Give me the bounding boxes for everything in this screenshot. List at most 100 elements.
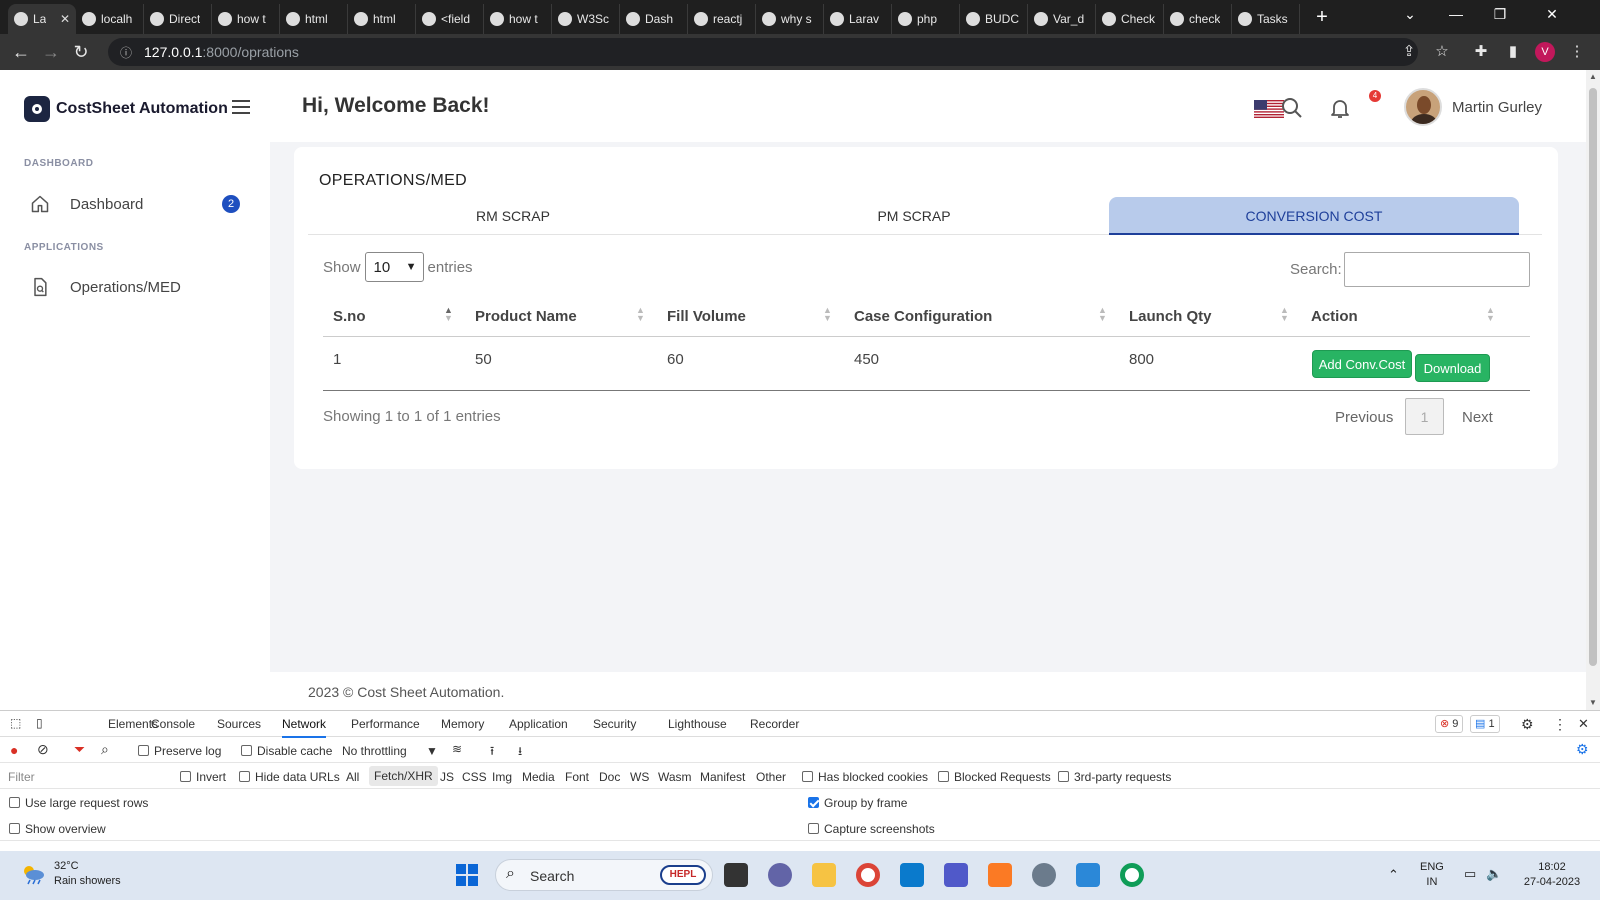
import-har-icon[interactable]: ⭱	[490, 742, 494, 763]
column-header-product-name[interactable]: Product Name	[475, 308, 577, 325]
filter-type-js[interactable]: JS	[440, 770, 454, 784]
third-party-requests-checkbox[interactable]: 3rd-party requests	[1058, 770, 1171, 784]
hamburger-menu-icon[interactable]	[232, 100, 250, 118]
network-icon[interactable]: ▭	[1464, 866, 1476, 881]
filter-type-css[interactable]: CSS	[462, 770, 487, 784]
browser-tab[interactable]: Var_d	[1028, 4, 1096, 34]
devtools-tab-memory[interactable]: Memory	[441, 717, 484, 731]
browser-tab[interactable]: html	[348, 4, 416, 34]
tab-conversion-cost[interactable]: CONVERSION COST	[1109, 197, 1519, 235]
extensions-puzzle-icon[interactable]: ✚	[1470, 42, 1492, 60]
devtools-tab-recorder[interactable]: Recorder	[750, 717, 799, 731]
export-har-icon[interactable]: ⭳	[518, 742, 522, 763]
column-header-action[interactable]: Action	[1311, 308, 1358, 325]
sort-asc-icon[interactable]: ▲ ▼	[444, 306, 453, 323]
filter-type-font[interactable]: Font	[565, 770, 589, 784]
filter-input[interactable]: Filter	[8, 766, 168, 786]
minimize-icon[interactable]: —	[1444, 6, 1468, 22]
add-conv-cost-button[interactable]: Add Conv.Cost	[1312, 350, 1412, 378]
sidebar-item-operations-med[interactable]: Operations/MED	[30, 277, 240, 297]
scroll-up-icon[interactable]: ▲	[1589, 72, 1597, 81]
filter-type-ws[interactable]: WS	[630, 770, 649, 784]
close-tab-icon[interactable]: ✕	[60, 12, 70, 26]
task-view-icon[interactable]	[724, 863, 748, 887]
browser-tab[interactable]: Check	[1096, 4, 1164, 34]
forward-icon[interactable]: →	[36, 42, 66, 63]
sort-icon[interactable]: ▲ ▼	[1098, 306, 1107, 323]
search-icon[interactable]	[1280, 96, 1304, 120]
bookmark-star-icon[interactable]: ☆	[1431, 42, 1453, 60]
avatar[interactable]	[1404, 88, 1442, 126]
browser-tab[interactable]: how t	[212, 4, 280, 34]
devtools-tab-security[interactable]: Security	[593, 717, 636, 731]
throttling-select[interactable]: No throttling ▼	[342, 744, 438, 758]
browser-tab[interactable]: Larav	[824, 4, 892, 34]
browser-tab[interactable]: W3Sc	[552, 4, 620, 34]
browser-tab[interactable]: Dash	[620, 4, 688, 34]
devtools-tab-performance[interactable]: Performance	[351, 717, 420, 731]
devtools-tab-sources[interactable]: Sources	[217, 717, 261, 731]
user-name[interactable]: Martin Gurley	[1452, 99, 1542, 116]
browser-tab[interactable]: how t	[484, 4, 552, 34]
browser-tab[interactable]: why s	[756, 4, 824, 34]
pagination-page-1[interactable]: 1	[1405, 398, 1444, 435]
restore-icon[interactable]: ❐	[1488, 6, 1512, 23]
back-icon[interactable]: ←	[6, 42, 36, 63]
filter-type-img[interactable]: Img	[492, 770, 512, 784]
brand[interactable]: CostSheet Automation	[24, 96, 228, 122]
taskbar-search[interactable]: ⌕ Search HEPL	[495, 859, 713, 891]
sort-icon[interactable]: ▲ ▼	[823, 306, 832, 323]
notepad-icon[interactable]	[1076, 863, 1100, 887]
hide-data-urls-checkbox[interactable]: Hide data URLs	[239, 770, 340, 784]
devtools-tab-network[interactable]: Network	[282, 717, 327, 738]
reload-icon[interactable]: ↻	[66, 42, 96, 63]
bell-icon[interactable]	[1328, 96, 1352, 120]
filter-funnel-icon[interactable]: ⏷	[74, 741, 85, 758]
entries-select[interactable]: 10 ▼	[364, 252, 424, 282]
devtools-tab-console[interactable]: Console	[151, 717, 195, 731]
browser-tab[interactable]: reactj	[688, 4, 756, 34]
search-icon[interactable]: ⌕	[101, 741, 109, 758]
sort-icon[interactable]: ▲ ▼	[1486, 306, 1495, 323]
filter-type-media[interactable]: Media	[522, 770, 555, 784]
new-tab-icon[interactable]: +	[1310, 6, 1334, 29]
sidebar-item-dashboard[interactable]: Dashboard 2	[30, 194, 240, 214]
column-header-sno[interactable]: S.no	[333, 308, 366, 325]
devtools-tab-lighthouse[interactable]: Lighthouse	[668, 717, 727, 731]
devtools-menu-icon[interactable]: ⋮	[1553, 716, 1567, 733]
chrome-profile-icon[interactable]	[1120, 863, 1144, 887]
file-explorer-icon[interactable]	[812, 863, 836, 887]
filter-type-wasm[interactable]: Wasm	[658, 770, 692, 784]
tab-pm-scrap[interactable]: PM SCRAP	[709, 197, 1119, 235]
browser-tab[interactable]: html	[280, 4, 348, 34]
browser-tab[interactable]: BUDC	[960, 4, 1028, 34]
browser-tab[interactable]: <field	[416, 4, 484, 34]
column-header-launch-qty[interactable]: Launch Qty	[1129, 308, 1212, 325]
scrollbar-thumb[interactable]	[1589, 88, 1597, 666]
filter-type-manifest[interactable]: Manifest	[700, 770, 745, 784]
browser-tab[interactable]: Direct	[144, 4, 212, 34]
show-hidden-icons-chevron-icon[interactable]: ⌃	[1388, 867, 1399, 882]
url-field[interactable]: ⓘ 127.0.0.1:8000/oprations	[108, 38, 1418, 66]
filter-type-all[interactable]: All	[346, 770, 359, 784]
browser-tab[interactable]: check	[1164, 4, 1232, 34]
preserve-log-checkbox[interactable]: Preserve log	[138, 744, 221, 758]
share-icon[interactable]: ⇪	[1398, 42, 1420, 60]
teams-chat-icon[interactable]	[768, 863, 792, 887]
xampp-icon[interactable]	[988, 863, 1012, 887]
pagination-next[interactable]: Next	[1462, 409, 1493, 426]
message-count-badge[interactable]: ▤ 1	[1470, 715, 1500, 733]
group-by-frame-checkbox[interactable]: Group by frame	[808, 796, 907, 810]
disable-cache-checkbox[interactable]: Disable cache	[241, 744, 332, 758]
capture-screenshots-checkbox[interactable]: Capture screenshots	[808, 822, 935, 836]
inspect-element-icon[interactable]: ⬚	[10, 716, 21, 730]
network-conditions-icon[interactable]: ≋	[452, 742, 462, 756]
site-info-icon[interactable]: ⓘ	[120, 44, 132, 61]
devtools-tab-application[interactable]: Application	[509, 717, 568, 731]
windows-start-icon[interactable]	[456, 864, 478, 886]
show-overview-checkbox[interactable]: Show overview	[9, 822, 106, 836]
filter-type-doc[interactable]: Doc	[599, 770, 620, 784]
invert-checkbox[interactable]: Invert	[180, 770, 226, 784]
vscode-icon[interactable]	[900, 863, 924, 887]
scroll-down-icon[interactable]: ▼	[1589, 698, 1597, 707]
